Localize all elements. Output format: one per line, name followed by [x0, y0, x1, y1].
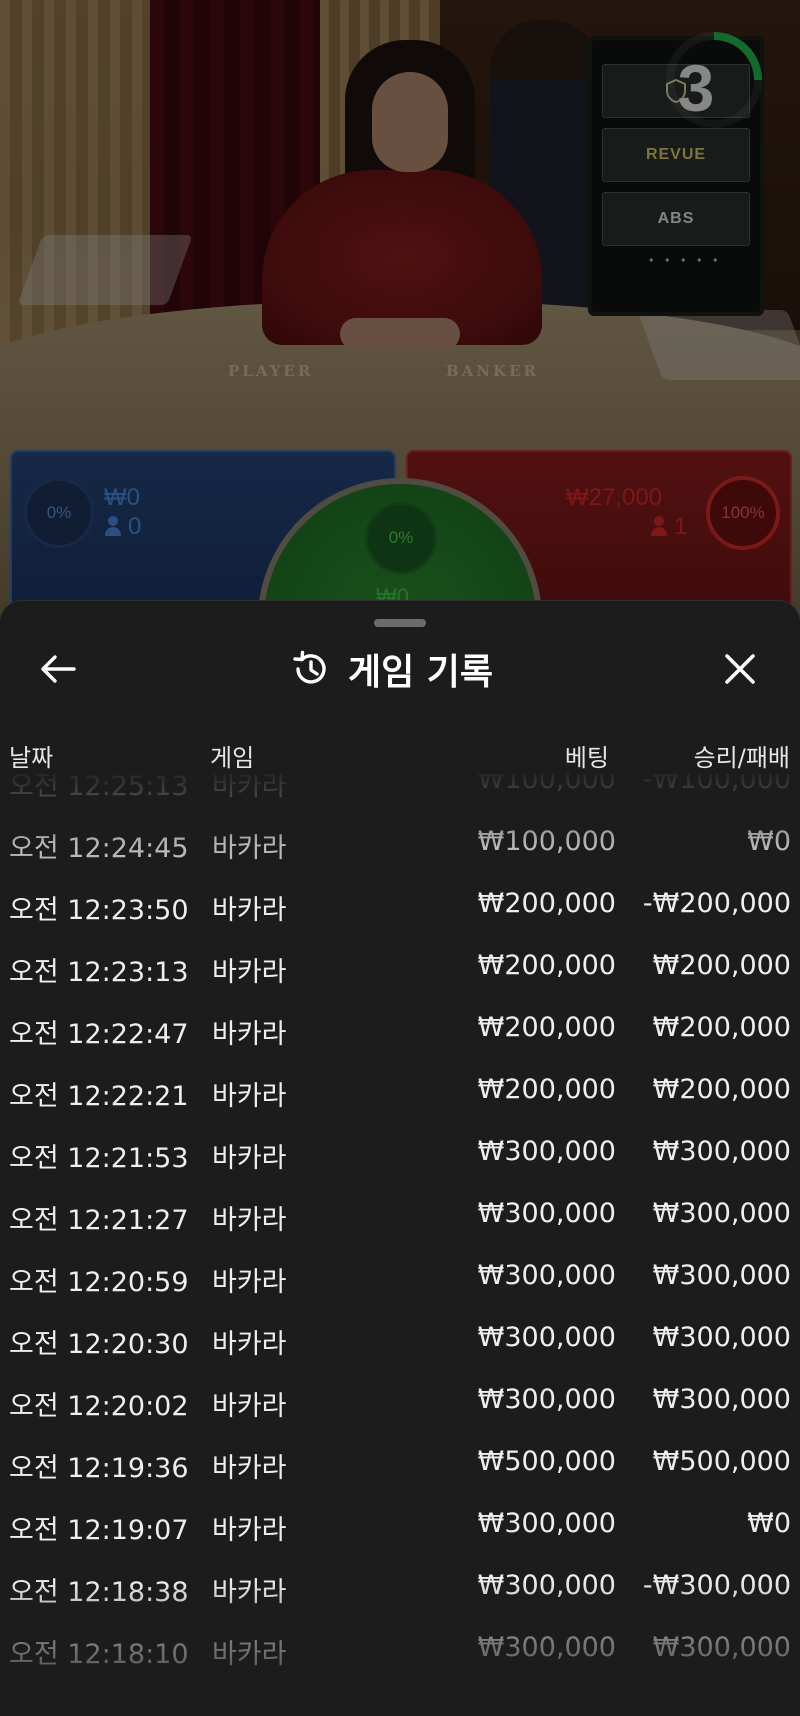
row-win-loss: ₩300,000 — [652, 1136, 791, 1167]
row-date: 오전 12:20:30 — [9, 1329, 189, 1360]
row-bet: ₩300,000 — [477, 1384, 616, 1415]
row-win-loss: -₩100,000 — [642, 774, 791, 795]
history-row[interactable]: 오전 12:19:07 바카라 ₩300,000 ₩0 — [0, 1494, 800, 1556]
row-date: 오전 12:25:13 — [9, 774, 189, 802]
row-win-loss: ₩300,000 — [652, 1260, 791, 1291]
row-game: 바카라 — [212, 1143, 287, 1174]
history-row[interactable]: 오전 12:18:10 바카라 ₩300,000 ₩300,000 — [0, 1618, 800, 1680]
row-win-loss: ₩200,000 — [652, 1074, 791, 1105]
history-list[interactable]: 오전 12:25:13 바카라 ₩100,000 -₩100,000 오전 12:24:… — [0, 774, 800, 1716]
row-game: 바카라 — [212, 1453, 287, 1484]
row-date: 오전 12:18:10 — [9, 1639, 189, 1670]
row-date: 오전 12:21:53 — [9, 1143, 189, 1174]
row-win-loss: ₩0 — [747, 826, 791, 857]
row-game: 바카라 — [212, 1577, 287, 1608]
close-button[interactable] — [718, 647, 762, 691]
row-game: 바카라 — [212, 1329, 287, 1360]
arrow-left-icon — [41, 655, 76, 683]
row-bet: ₩200,000 — [477, 888, 616, 919]
sheet-header: 게임 기록 — [0, 637, 800, 701]
row-win-loss: -₩300,000 — [642, 1570, 791, 1601]
row-bet: ₩300,000 — [477, 1136, 616, 1167]
row-game: 바카라 — [212, 957, 287, 988]
column-header-bet[interactable]: 베팅 — [565, 738, 609, 773]
row-bet: ₩300,000 — [477, 1260, 616, 1291]
row-game: 바카라 — [212, 833, 287, 864]
sheet-drag-handle[interactable] — [374, 619, 426, 627]
close-icon — [725, 654, 755, 684]
app-root: PLAYER BANKER REVUE ABS • • • • • 3 0% 0… — [0, 0, 800, 1716]
history-row[interactable]: 오전 12:23:13 바카라 ₩200,000 ₩200,000 — [0, 936, 800, 998]
row-win-loss: ₩500,000 — [652, 1446, 791, 1477]
row-win-loss: ₩0 — [747, 1508, 791, 1539]
row-win-loss: ₩300,000 — [652, 1632, 791, 1663]
history-row[interactable]: 오전 12:18:38 바카라 ₩300,000 -₩300,000 — [0, 1556, 800, 1618]
row-win-loss: ₩300,000 — [652, 1322, 791, 1353]
row-date: 오전 12:23:50 — [9, 895, 189, 926]
row-bet: ₩500,000 — [477, 1446, 616, 1477]
live-video: PLAYER BANKER REVUE ABS • • • • • 3 0% 0… — [0, 0, 800, 620]
row-game: 바카라 — [212, 1267, 287, 1298]
row-game: 바카라 — [212, 1081, 287, 1112]
row-bet: ₩200,000 — [477, 1074, 616, 1105]
row-bet: ₩200,000 — [477, 1012, 616, 1043]
history-row[interactable]: 오전 12:22:21 바카라 ₩200,000 ₩200,000 — [0, 1060, 800, 1122]
row-date: 오전 12:19:07 — [9, 1515, 189, 1546]
history-row[interactable]: 오전 12:22:47 바카라 ₩200,000 ₩200,000 — [0, 998, 800, 1060]
row-game: 바카라 — [212, 1205, 287, 1236]
column-header-game[interactable]: 게임 — [210, 738, 254, 773]
row-date: 오전 12:20:02 — [9, 1391, 189, 1422]
row-game: 바카라 — [212, 1639, 287, 1670]
row-bet: ₩100,000 — [477, 826, 616, 857]
history-row[interactable]: 오전 12:24:45 바카라 ₩100,000 ₩0 — [0, 812, 800, 874]
row-bet: ₩200,000 — [477, 950, 616, 981]
row-date: 오전 12:21:27 — [9, 1205, 189, 1236]
history-row[interactable]: 오전 12:23:50 바카라 ₩200,000 -₩200,000 — [0, 874, 800, 936]
column-header-date[interactable]: 날짜 — [9, 738, 53, 773]
history-icon — [293, 650, 326, 684]
row-date: 오전 12:22:47 — [9, 1019, 189, 1050]
sheet-title-group: 게임 기록 — [290, 647, 493, 693]
back-button[interactable] — [36, 647, 80, 691]
row-game: 바카라 — [212, 1019, 287, 1050]
column-header-win-loss[interactable]: 승리/패배 — [694, 738, 790, 773]
row-date: 오전 12:22:21 — [9, 1081, 189, 1112]
row-win-loss: ₩300,000 — [652, 1198, 791, 1229]
row-game: 바카라 — [212, 895, 287, 926]
row-game: 바카라 — [212, 1391, 287, 1422]
history-row[interactable]: 오전 12:20:59 바카라 ₩300,000 ₩300,000 — [0, 1246, 800, 1308]
history-row[interactable]: 오전 12:25:13 바카라 ₩100,000 -₩100,000 — [0, 774, 800, 812]
row-bet: ₩300,000 — [477, 1570, 616, 1601]
history-row[interactable]: 오전 12:20:30 바카라 ₩300,000 ₩300,000 — [0, 1308, 800, 1370]
row-date: 오전 12:24:45 — [9, 833, 189, 864]
row-win-loss: -₩200,000 — [642, 888, 791, 919]
row-game: 바카라 — [212, 774, 287, 802]
row-date: 오전 12:20:59 — [9, 1267, 189, 1298]
row-date: 오전 12:19:36 — [9, 1453, 189, 1484]
row-date: 오전 12:23:13 — [9, 957, 189, 988]
row-bet: ₩300,000 — [477, 1508, 616, 1539]
row-bet: ₩100,000 — [477, 774, 616, 795]
row-bet: ₩300,000 — [477, 1632, 616, 1663]
sheet-title: 게임 기록 — [348, 652, 494, 693]
history-row[interactable]: 오전 12:21:27 바카라 ₩300,000 ₩300,000 — [0, 1184, 800, 1246]
history-row[interactable]: 오전 12:19:36 바카라 ₩500,000 ₩500,000 — [0, 1432, 800, 1494]
history-row[interactable]: 오전 12:20:02 바카라 ₩300,000 ₩300,000 — [0, 1370, 800, 1432]
row-bet: ₩300,000 — [477, 1322, 616, 1353]
row-win-loss: ₩200,000 — [652, 950, 791, 981]
sheet-backdrop[interactable] — [0, 0, 800, 620]
row-game: 바카라 — [212, 1515, 287, 1546]
row-win-loss: ₩300,000 — [652, 1384, 791, 1415]
row-bet: ₩300,000 — [477, 1198, 616, 1229]
history-row[interactable]: 오전 12:21:53 바카라 ₩300,000 ₩300,000 — [0, 1122, 800, 1184]
row-win-loss: ₩200,000 — [652, 1012, 791, 1043]
row-date: 오전 12:18:38 — [9, 1577, 189, 1608]
